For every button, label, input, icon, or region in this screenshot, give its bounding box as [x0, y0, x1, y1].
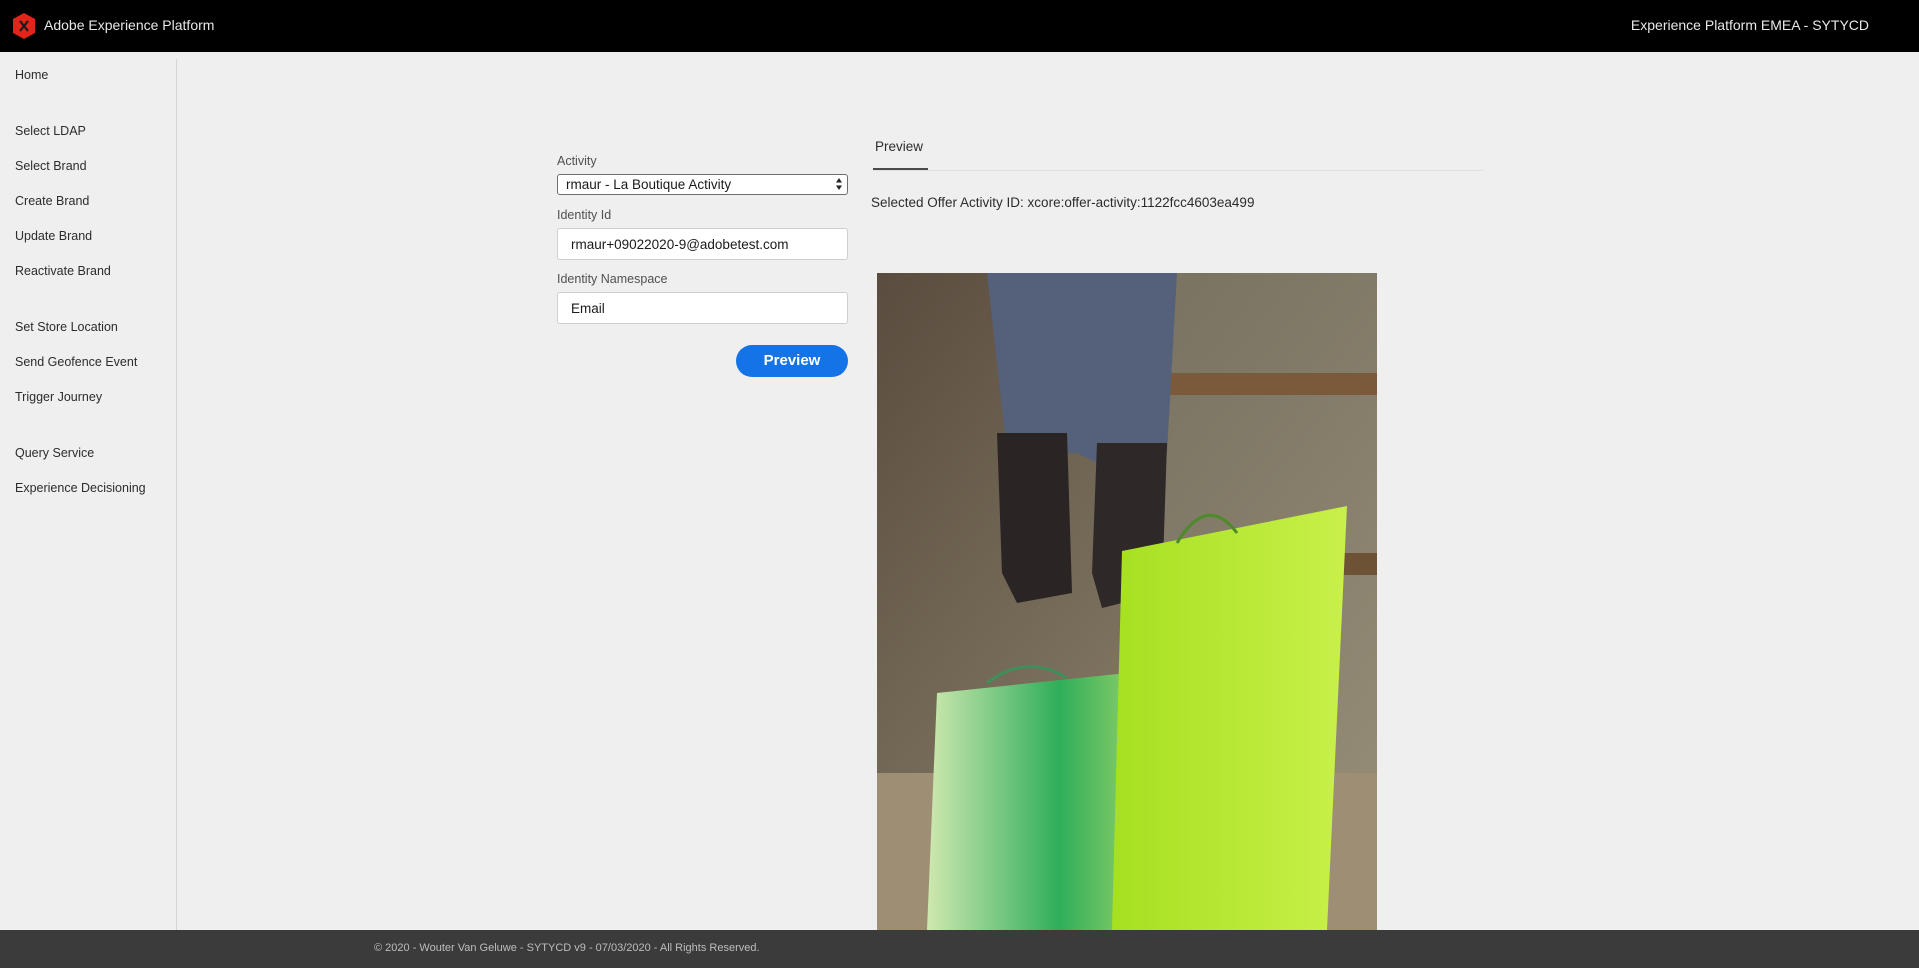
sidebar-item-trigger-journey[interactable]: Trigger Journey — [15, 390, 102, 404]
sidebar-item-send-geofence-event[interactable]: Send Geofence Event — [15, 355, 137, 369]
tab-preview[interactable]: Preview — [875, 139, 923, 154]
tab-divider — [873, 170, 1483, 171]
selected-offer-activity-text: Selected Offer Activity ID: xcore:offer-… — [871, 195, 1255, 210]
sidebar-item-query-service[interactable]: Query Service — [15, 446, 94, 460]
sidebar-item-experience-decisioning[interactable]: Experience Decisioning — [15, 481, 146, 495]
identity-id-input[interactable]: rmaur+09022020-9@adobetest.com — [557, 228, 848, 260]
select-arrows-icon — [836, 178, 842, 190]
sidebar-item-set-store-location[interactable]: Set Store Location — [15, 320, 118, 334]
footer: © 2020 - Wouter Van Geluwe - SYTYCD v9 -… — [0, 930, 1919, 968]
identity-id-label: Identity Id — [557, 208, 612, 222]
offer-image — [877, 273, 1377, 930]
sidebar-item-home[interactable]: Home — [15, 68, 48, 82]
sidebar-item-update-brand[interactable]: Update Brand — [15, 229, 92, 243]
activity-select-value: rmaur - La Boutique Activity — [566, 177, 732, 192]
identity-namespace-input[interactable]: Email — [557, 292, 848, 324]
activity-select[interactable]: rmaur - La Boutique Activity — [557, 174, 848, 195]
shopping-bags-image — [877, 273, 1377, 930]
sidebar-item-create-brand[interactable]: Create Brand — [15, 194, 89, 208]
sidebar-item-select-brand[interactable]: Select Brand — [15, 159, 87, 173]
app-title: Adobe Experience Platform — [44, 17, 215, 33]
identity-namespace-label: Identity Namespace — [557, 272, 668, 286]
preview-button[interactable]: Preview — [736, 345, 848, 377]
sidebar-item-select-ldap[interactable]: Select LDAP — [15, 124, 86, 138]
adobe-logo-icon — [13, 13, 35, 39]
sidebar-item-reactivate-brand[interactable]: Reactivate Brand — [15, 264, 111, 278]
sidebar: Home Select LDAP Select Brand Create Bra… — [0, 59, 177, 930]
activity-label: Activity — [557, 154, 597, 168]
org-title[interactable]: Experience Platform EMEA - SYTYCD — [1631, 17, 1869, 33]
top-bar: Adobe Experience Platform Experience Pla… — [0, 0, 1919, 52]
footer-copyright: © 2020 - Wouter Van Geluwe - SYTYCD v9 -… — [374, 942, 760, 954]
